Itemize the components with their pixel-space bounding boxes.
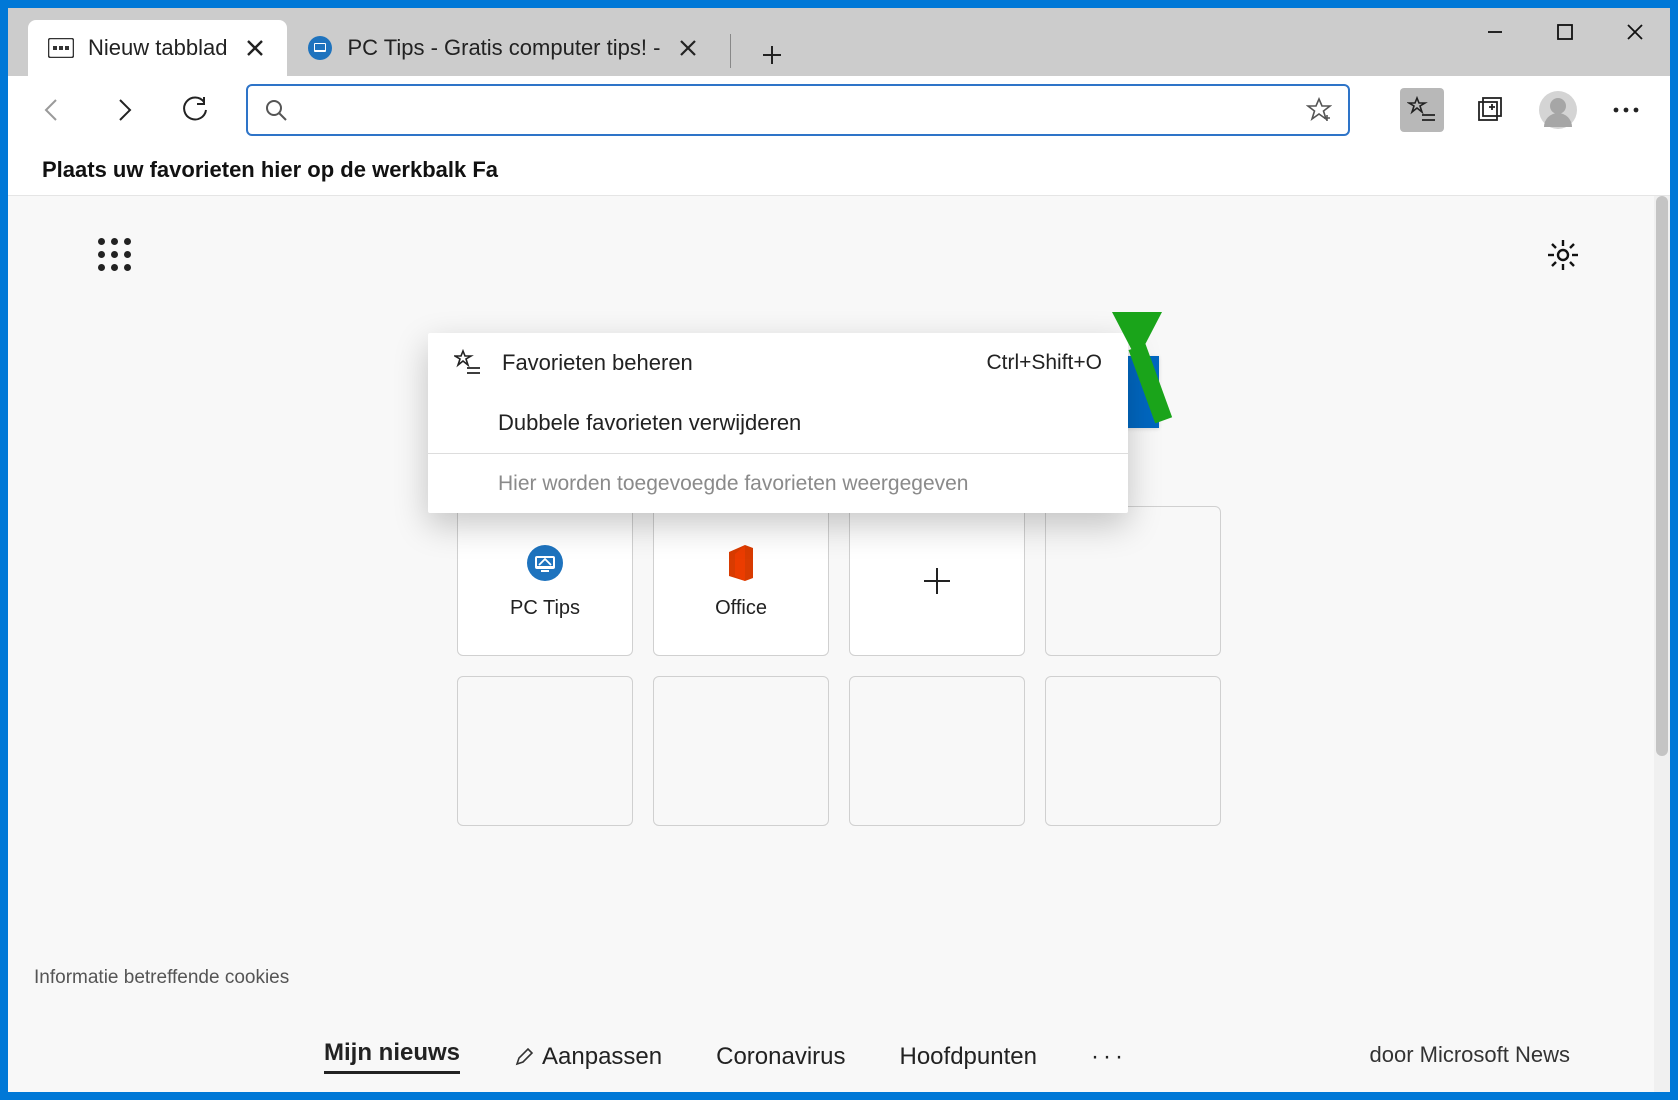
menu-item-label: Favorieten beheren: [502, 350, 693, 376]
favorites-list-icon: [1407, 95, 1437, 125]
maximize-button[interactable]: [1530, 8, 1600, 56]
office-icon: [721, 543, 761, 583]
collections-icon: [1476, 96, 1504, 124]
new-tab-button[interactable]: [751, 34, 793, 76]
bookmarks-bar-text: Plaats uw favorieten hier op de werkbalk…: [42, 157, 498, 183]
favorites-remove-dupes-item[interactable]: Dubbele favorieten verwijderen: [428, 393, 1128, 453]
tile-label: PC Tips: [510, 597, 580, 620]
news-tab-aanpassen[interactable]: Aanpassen: [514, 1043, 662, 1071]
menu-item-label: Dubbele favorieten verwijderen: [498, 410, 801, 436]
tab-new-tab[interactable]: Nieuw tabblad: [28, 20, 287, 76]
news-credit: door Microsoft News: [1369, 1042, 1570, 1068]
close-window-button[interactable]: [1600, 8, 1670, 56]
favorites-menu: Favorieten beheren Ctrl+Shift+O Dubbele …: [428, 333, 1128, 513]
tile-empty[interactable]: [1045, 506, 1221, 656]
apps-grid-button[interactable]: [98, 238, 131, 272]
plus-icon: [917, 561, 957, 601]
refresh-button[interactable]: [174, 88, 218, 132]
plus-icon: [760, 43, 784, 67]
window-controls: [1460, 8, 1670, 56]
tab-pc-tips[interactable]: PC Tips - Gratis computer tips! -: [287, 20, 720, 76]
news-tab-hoofdpunten[interactable]: Hoofdpunten: [900, 1043, 1037, 1071]
favorites-manage-item[interactable]: Favorieten beheren Ctrl+Shift+O: [428, 333, 1128, 393]
news-nav: Mijn nieuws Aanpassen Coronavirus Hoofdp…: [324, 1039, 1354, 1074]
tile-pctips[interactable]: PC Tips: [457, 506, 633, 656]
quick-links: PC Tips Office: [457, 506, 1221, 826]
annotation-arrow: [1100, 312, 1200, 432]
news-tab-coronavirus[interactable]: Coronavirus: [716, 1043, 845, 1071]
tile-add[interactable]: [849, 506, 1025, 656]
address-input[interactable]: [304, 97, 1290, 123]
favorites-empty-text: Hier worden toegevoegde favorieten weerg…: [428, 453, 1128, 513]
favorites-button[interactable]: [1400, 88, 1444, 132]
pencil-icon: [514, 1047, 534, 1067]
add-favorite-icon[interactable]: [1306, 97, 1332, 123]
news-tab-mijn-nieuws[interactable]: Mijn nieuws: [324, 1039, 460, 1074]
close-icon[interactable]: [241, 34, 269, 62]
keyboard-shortcut: Ctrl+Shift+O: [986, 351, 1102, 375]
scrollbar[interactable]: [1654, 196, 1670, 1092]
close-icon[interactable]: [674, 34, 702, 62]
close-icon: [1626, 23, 1644, 41]
titlebar: Nieuw tabblad PC Tips - Gratis computer …: [8, 8, 1670, 76]
tab-title: PC Tips - Gratis computer tips! -: [347, 35, 660, 61]
minimize-button[interactable]: [1460, 8, 1530, 56]
tile-office[interactable]: Office: [653, 506, 829, 656]
tab-strip: Nieuw tabblad PC Tips - Gratis computer …: [8, 8, 793, 76]
tile-empty[interactable]: [653, 676, 829, 826]
cookies-info-link[interactable]: Informatie betreffende cookies: [34, 967, 289, 989]
bookmarks-bar: Plaats uw favorieten hier op de werkbalk…: [8, 144, 1670, 196]
back-button[interactable]: [30, 88, 74, 132]
menu-button[interactable]: [1604, 88, 1648, 132]
page-settings-button[interactable]: [1546, 238, 1580, 272]
tab-separator: [730, 34, 731, 68]
site-favicon-icon: [307, 35, 333, 61]
more-icon: [1612, 106, 1640, 114]
profile-button[interactable]: [1536, 88, 1580, 132]
search-icon: [264, 98, 288, 122]
gear-icon: [1546, 238, 1580, 272]
maximize-icon: [1557, 24, 1573, 40]
avatar-icon: [1539, 91, 1577, 129]
forward-button[interactable]: [102, 88, 146, 132]
toolbar: [8, 76, 1670, 144]
toolbar-right: [1400, 88, 1648, 132]
tile-empty[interactable]: [457, 676, 633, 826]
tile-label: Office: [715, 597, 767, 620]
collections-button[interactable]: [1468, 88, 1512, 132]
arrow-right-icon: [110, 96, 138, 124]
favorites-list-icon: [454, 349, 482, 377]
tab-title: Nieuw tabblad: [88, 35, 227, 61]
minimize-icon: [1486, 23, 1504, 41]
arrow-left-icon: [38, 96, 66, 124]
scrollbar-thumb[interactable]: [1656, 196, 1668, 756]
tile-empty[interactable]: [1045, 676, 1221, 826]
browser-window: Nieuw tabblad PC Tips - Gratis computer …: [8, 8, 1670, 1092]
news-nav-overflow[interactable]: ···: [1091, 1043, 1127, 1071]
pctips-icon: [525, 543, 565, 583]
tile-empty[interactable]: [849, 676, 1025, 826]
address-bar[interactable]: [246, 84, 1350, 136]
new-tab-page: PC Tips Office Informatie betreffende co…: [8, 196, 1670, 1092]
refresh-icon: [182, 96, 210, 124]
new-tab-icon: [48, 38, 74, 58]
